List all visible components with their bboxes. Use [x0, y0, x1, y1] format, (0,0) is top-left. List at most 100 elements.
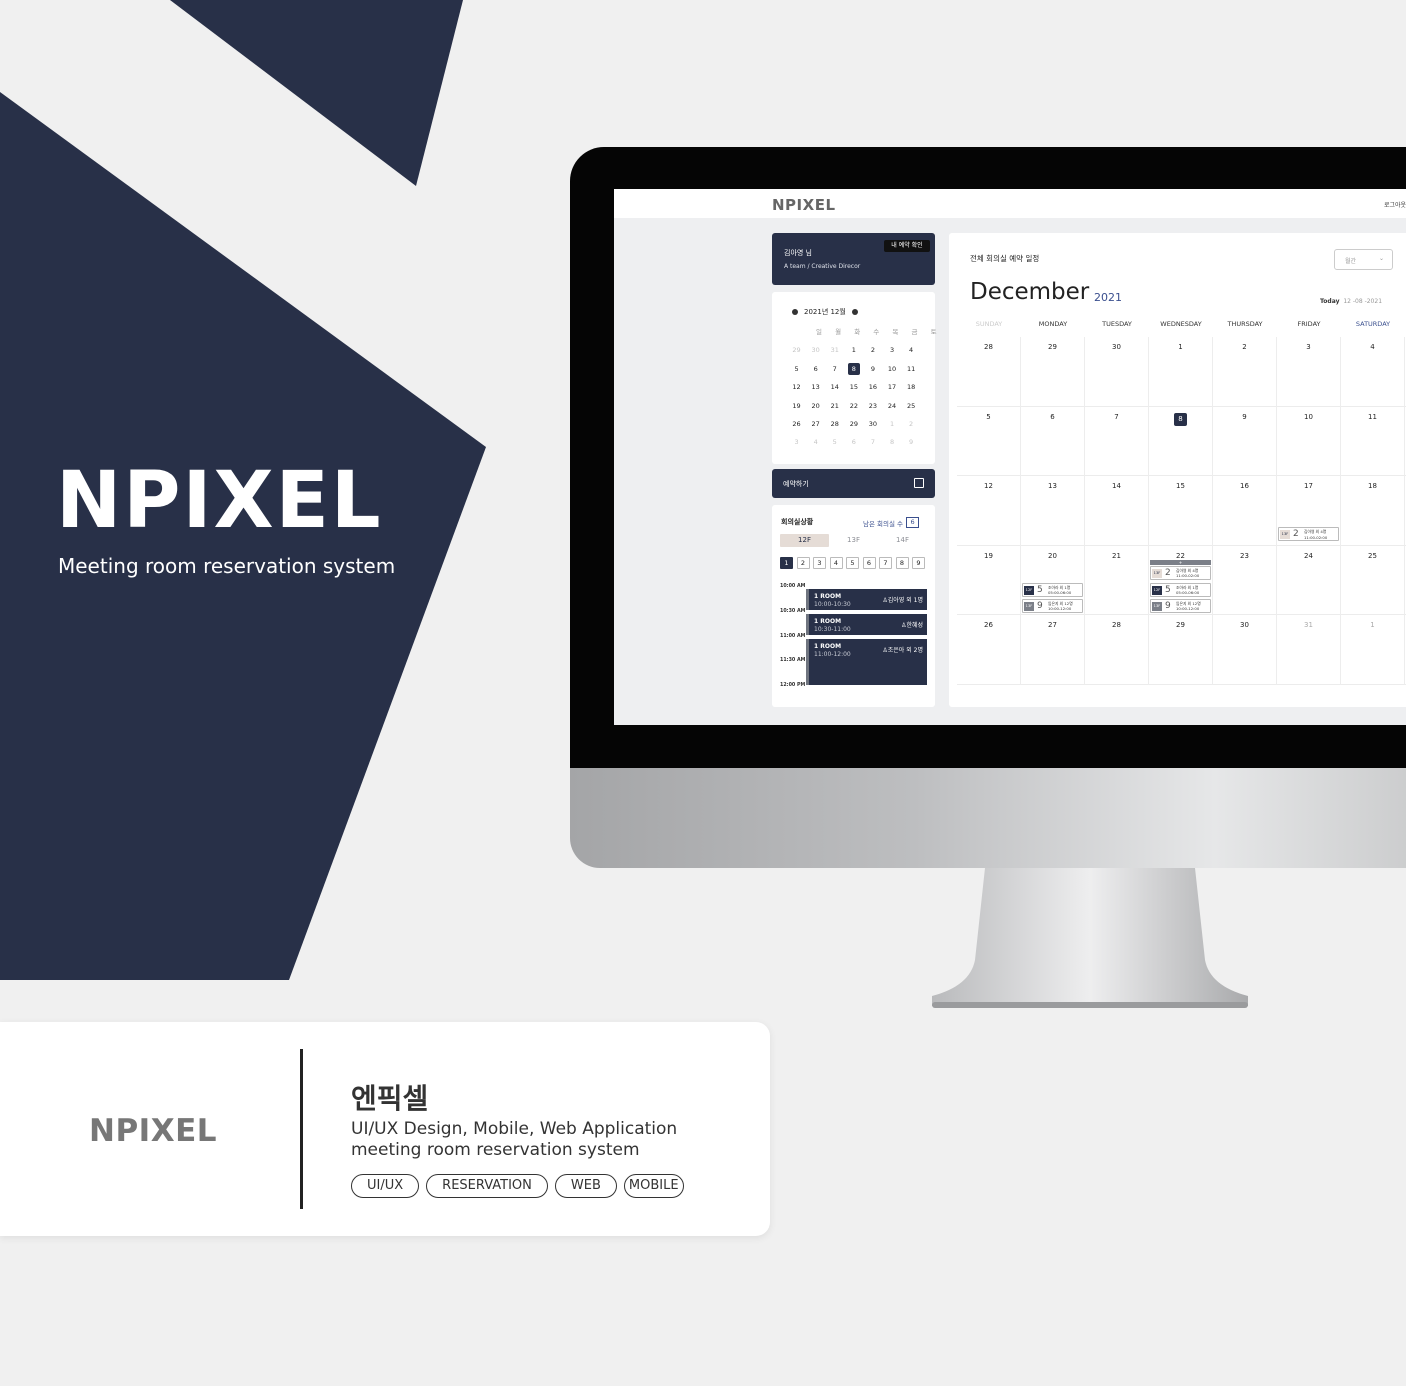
room-tab[interactable]: 2 — [796, 557, 810, 569]
room-tab[interactable]: 3 — [813, 557, 826, 569]
calendar-day[interactable]: 14 — [1085, 476, 1149, 546]
mini-calendar-day[interactable]: 28 — [825, 415, 844, 433]
calendar-day[interactable]: 19 — [957, 545, 1021, 615]
calendar-day[interactable]: 28 — [1085, 615, 1149, 685]
view-select[interactable]: 월간 ⌄ — [1334, 249, 1393, 270]
mini-calendar-day[interactable]: 26 — [787, 415, 806, 433]
prev-month-icon[interactable] — [792, 309, 798, 315]
calendar-day[interactable]: 11 — [1341, 406, 1405, 476]
mini-calendar-day[interactable]: 30 — [806, 341, 825, 359]
calendar-event[interactable]: 12F 5 조아라 외 1명 05:00-06:00 — [1022, 582, 1083, 597]
calendar-day[interactable]: 17 13F 2 김아영 외 4명 11:00-02:00 — [1277, 476, 1341, 546]
room-tab[interactable]: 8 — [895, 557, 909, 569]
app-logo[interactable]: NPIXEL — [772, 196, 836, 214]
reservation-slot[interactable]: 1 ROOM 11:00-12:00 ♙조은아 외 2명 — [806, 639, 927, 685]
mini-calendar-day[interactable]: 14 — [825, 378, 844, 396]
tab-floor-14f[interactable]: 14F — [878, 534, 927, 547]
mini-calendar-day[interactable]: 9 — [863, 360, 882, 378]
mini-calendar-day[interactable]: 1 — [882, 415, 901, 433]
calendar-day[interactable]: 4 — [1341, 337, 1405, 407]
mini-calendar-day[interactable]: 4 — [806, 433, 825, 451]
my-reservation-button[interactable]: 내 예약 확인 — [884, 240, 930, 252]
calendar-day[interactable]: 6 — [1021, 406, 1085, 476]
mini-calendar-day[interactable]: 10 — [882, 360, 901, 378]
mini-calendar-day[interactable]: 6 — [806, 360, 825, 378]
mini-calendar-day[interactable]: 2 — [863, 341, 882, 359]
calendar-day[interactable]: 28 — [957, 337, 1021, 407]
mini-calendar-day[interactable]: 7 — [863, 433, 882, 451]
mini-calendar-day[interactable]: 1 — [844, 341, 863, 359]
mini-calendar-day[interactable]: 13 — [806, 378, 825, 396]
mini-calendar-day[interactable]: 21 — [825, 397, 844, 415]
tab-floor-12f[interactable]: 12F — [780, 534, 829, 547]
calendar-day[interactable]: 31 — [1277, 615, 1341, 685]
calendar-day[interactable]: 1 — [1149, 337, 1213, 407]
mini-calendar-day[interactable]: 16 — [863, 378, 882, 396]
calendar-day[interactable]: 9 — [1213, 406, 1277, 476]
logout-link[interactable]: 로그아웃 — [1384, 200, 1406, 209]
reservation-slot[interactable]: 1 ROOM 10:30-11:00 ♙한혜성 — [806, 614, 927, 635]
calendar-day[interactable]: 7 — [1085, 406, 1149, 476]
calendar-day[interactable]: 8 — [1149, 406, 1213, 476]
calendar-day[interactable]: 18 — [1341, 476, 1405, 546]
next-month-icon[interactable] — [851, 309, 858, 315]
calendar-day[interactable]: 29 — [1149, 615, 1213, 685]
mini-calendar-day[interactable]: 6 — [844, 433, 863, 451]
calendar-day[interactable]: 3 — [1277, 337, 1341, 407]
mini-calendar-day[interactable]: 9 — [902, 433, 921, 451]
room-tab[interactable]: 9 — [912, 557, 925, 569]
mini-calendar-day[interactable]: 5 — [825, 433, 844, 451]
calendar-day[interactable]: 30 — [1085, 337, 1149, 407]
mini-calendar-day[interactable]: 18 — [902, 378, 921, 396]
mini-calendar-day[interactable]: 3 — [882, 341, 901, 359]
mini-calendar-day[interactable]: 15 — [844, 378, 863, 396]
mini-calendar-day[interactable]: 24 — [882, 397, 901, 415]
calendar-day[interactable]: 25 — [1341, 545, 1405, 615]
calendar-day[interactable]: 29 — [1021, 337, 1085, 407]
reserve-button[interactable]: 예약하기 — [772, 469, 935, 498]
calendar-event[interactable]: 13F 9 임은지 외 12명 10:00-12:00 — [1150, 598, 1211, 613]
mini-calendar-day[interactable]: 2 — [902, 415, 921, 433]
calendar-day[interactable]: 27 — [1021, 615, 1085, 685]
room-tab[interactable]: 6 — [862, 557, 876, 569]
calendar-day[interactable]: 20 12F 5 조아라 외 1명 05:00-06:00 13F 9 임은지 외 12명 10… — [1021, 545, 1085, 615]
calendar-day[interactable]: 22 +13F 2 김아영 외 4명 11:00-02:00 12F 5 조아라 외 1명 05… — [1149, 545, 1213, 615]
expand-events-button[interactable]: + — [1150, 559, 1211, 565]
mini-calendar-day[interactable]: 27 — [806, 415, 825, 433]
calendar-event[interactable]: 13F 2 김아영 외 4명 11:00-02:00 — [1150, 565, 1211, 580]
calendar-event[interactable]: 13F 9 임은지 외 12명 10:00-12:00 — [1022, 598, 1083, 613]
calendar-day[interactable]: 10 — [1277, 406, 1341, 476]
calendar-day[interactable]: 30 — [1213, 615, 1277, 685]
mini-calendar-day[interactable]: 5 — [787, 360, 806, 378]
mini-calendar-day[interactable]: 17 — [882, 378, 901, 396]
calendar-day[interactable]: 23 — [1213, 545, 1277, 615]
today-indicator[interactable]: Today 12 -08 -2021 — [1320, 298, 1382, 305]
mini-calendar-day[interactable]: 23 — [863, 397, 882, 415]
calendar-day[interactable]: 1 — [1341, 615, 1405, 685]
mini-calendar-day[interactable]: 20 — [806, 397, 825, 415]
calendar-day[interactable]: 15 — [1149, 476, 1213, 546]
calendar-day[interactable]: 2 — [1213, 337, 1277, 407]
mini-calendar-day[interactable]: 11 — [902, 360, 921, 378]
calendar-day[interactable]: 16 — [1213, 476, 1277, 546]
calendar-day[interactable]: 24 — [1277, 545, 1341, 615]
reservation-slot[interactable]: 1 ROOM 10:00-10:30 ♙김아영 외 1명 — [806, 589, 927, 610]
calendar-day[interactable]: 13 — [1021, 476, 1085, 546]
calendar-day[interactable]: 21 — [1085, 545, 1149, 615]
calendar-day[interactable]: 26 — [957, 615, 1021, 685]
room-tab[interactable]: 5 — [846, 557, 859, 569]
mini-calendar-day[interactable]: 7 — [825, 360, 844, 378]
tab-floor-13f[interactable]: 13F — [829, 534, 878, 547]
calendar-day[interactable]: 5 — [957, 406, 1021, 476]
mini-calendar-day[interactable]: 29 — [787, 341, 806, 359]
mini-calendar-day[interactable]: 29 — [844, 415, 863, 433]
mini-calendar-day[interactable]: 31 — [825, 341, 844, 359]
room-tab[interactable]: 4 — [829, 557, 843, 569]
mini-calendar-day[interactable]: 22 — [844, 397, 863, 415]
room-tab[interactable]: 7 — [879, 557, 892, 569]
mini-calendar-day[interactable]: 8 — [844, 360, 863, 378]
mini-calendar-day[interactable]: 12 — [787, 378, 806, 396]
mini-calendar-day[interactable]: 25 — [902, 397, 921, 415]
mini-calendar-day[interactable]: 4 — [902, 341, 921, 359]
mini-calendar-day[interactable]: 30 — [863, 415, 882, 433]
